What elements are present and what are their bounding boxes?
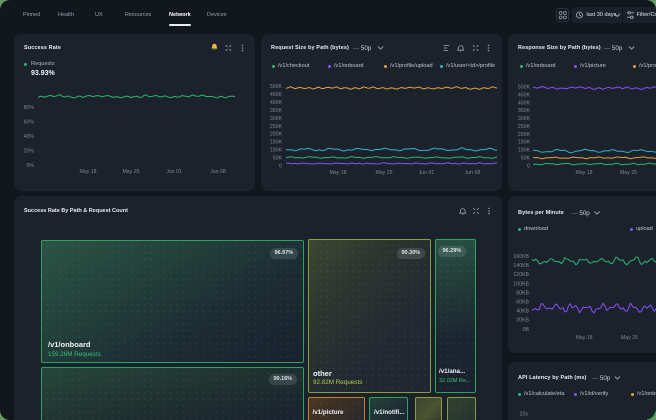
svg-text:20s: 20s xyxy=(520,412,529,418)
